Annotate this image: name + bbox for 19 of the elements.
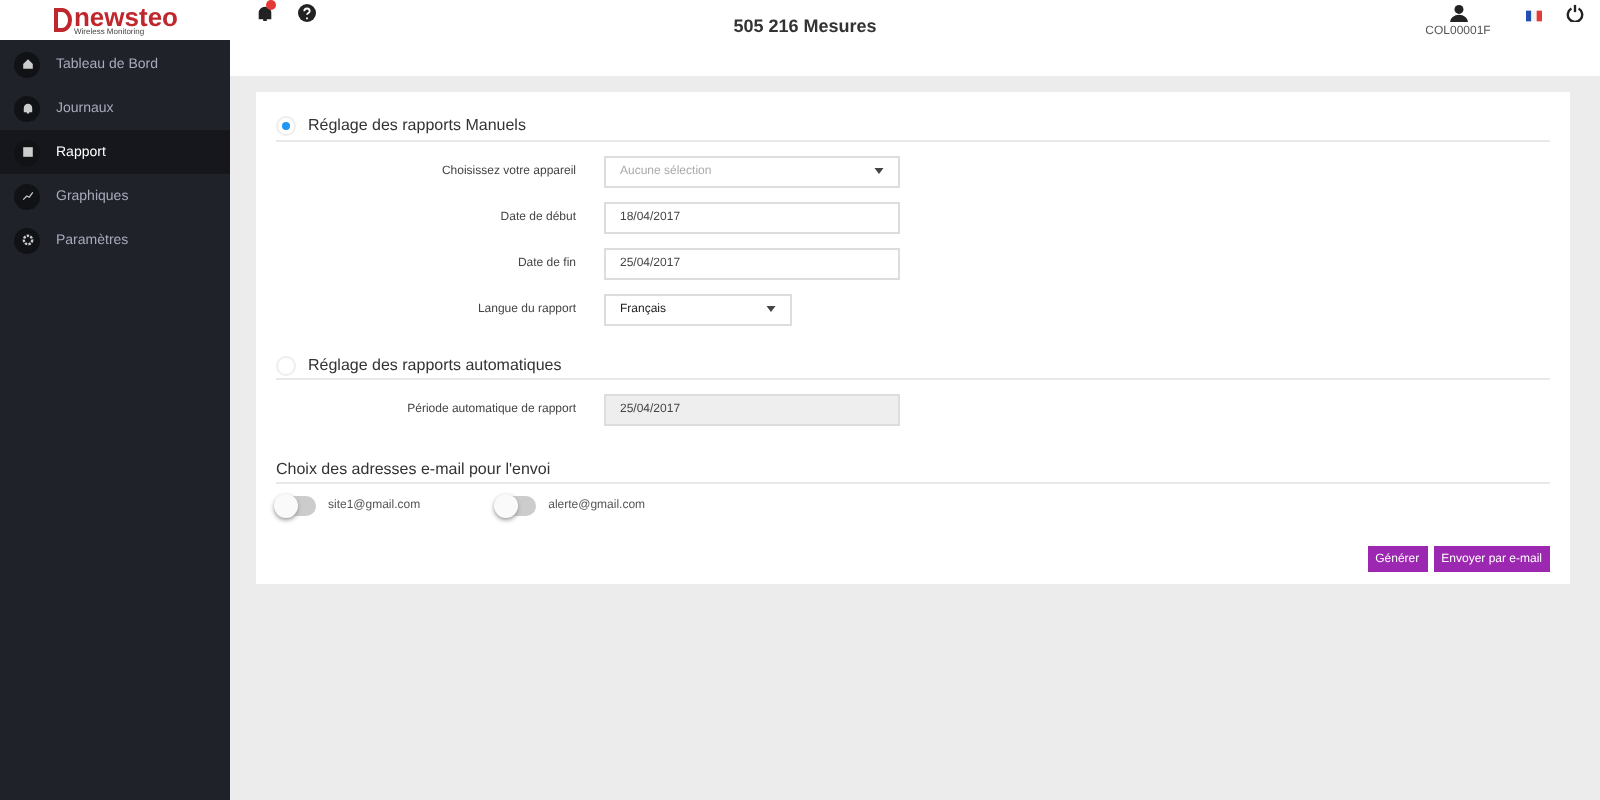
caret-icon xyxy=(874,168,884,175)
bell-icon xyxy=(21,102,33,114)
section-title: Réglage des rapports automatiques xyxy=(308,356,562,375)
gear-icon xyxy=(21,234,33,246)
bell-icon[interactable] xyxy=(256,4,274,22)
radio-button[interactable] xyxy=(276,115,296,136)
caret-icon xyxy=(766,306,776,313)
user-icon[interactable] xyxy=(1449,4,1467,22)
power-icon[interactable] xyxy=(1566,4,1584,22)
page-title: 505 216 Mesures xyxy=(731,16,879,36)
chart-icon xyxy=(21,190,33,202)
document-icon xyxy=(21,146,33,158)
toggle-switch[interactable] xyxy=(276,496,316,517)
home-icon xyxy=(21,58,33,70)
flag-icon[interactable] xyxy=(1526,10,1542,22)
help-icon[interactable] xyxy=(298,4,316,22)
section-title: Réglage des rapports Manuels xyxy=(308,116,526,135)
toggle-switch[interactable] xyxy=(496,496,537,517)
section-title: Choix des adresses e-mail pour l'envoi xyxy=(276,459,551,478)
